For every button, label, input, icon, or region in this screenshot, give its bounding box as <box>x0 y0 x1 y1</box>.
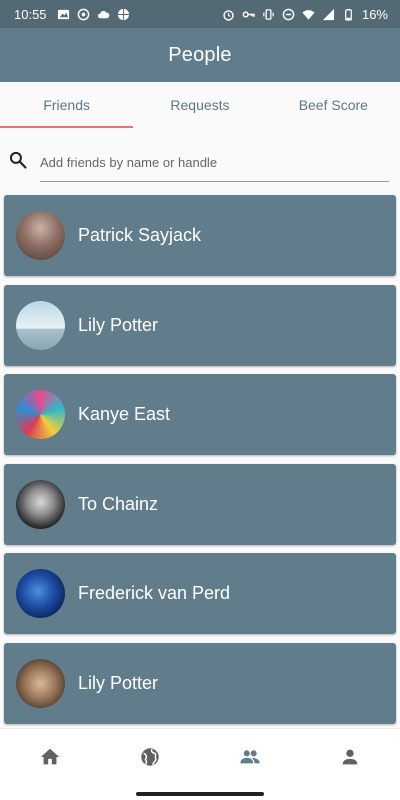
status-time: 10:55 <box>14 6 47 22</box>
friend-list: Patrick Sayjack Lily Potter Kanye East T… <box>4 195 396 732</box>
wifi-icon <box>302 9 315 20</box>
friend-name: Lily Potter <box>78 314 159 335</box>
avatar <box>16 390 65 439</box>
nav-profile[interactable] <box>300 729 400 784</box>
nav-people[interactable] <box>200 729 300 784</box>
avatar <box>16 658 65 708</box>
tab-requests[interactable]: Requests <box>133 82 266 128</box>
nav-home[interactable] <box>0 729 100 784</box>
friend-card[interactable]: Kanye East <box>4 374 396 455</box>
home-icon <box>40 748 60 764</box>
page-title: People <box>168 43 232 66</box>
avatar <box>16 479 65 529</box>
friend-card[interactable]: Lily Potter <box>4 284 396 366</box>
bottom-nav <box>0 728 400 784</box>
friend-card[interactable]: Lily Potter <box>4 642 396 724</box>
do-not-disturb-icon <box>282 8 295 20</box>
friend-card[interactable]: Frederick van Perd <box>4 553 396 634</box>
friend-card[interactable]: To Chainz <box>4 463 396 545</box>
person-icon <box>342 749 358 764</box>
at-sign-notification-icon <box>77 8 89 20</box>
search-input[interactable] <box>40 144 389 182</box>
friend-name: Patrick Sayjack <box>78 225 202 245</box>
globe-icon <box>141 747 159 766</box>
vpn-key-icon <box>242 10 255 18</box>
tab-friends[interactable]: Friends <box>0 82 134 128</box>
status-right: 16% <box>222 7 388 22</box>
app-bar: People <box>0 28 400 82</box>
people-icon <box>240 749 260 763</box>
search-icon <box>9 151 27 169</box>
battery-percent: 16% <box>361 6 388 22</box>
vibrate-icon <box>263 8 274 20</box>
gesture-handle[interactable] <box>136 792 264 796</box>
alarm-icon <box>223 9 234 21</box>
friend-name: To Chainz <box>78 493 159 514</box>
image-notification-icon <box>57 9 69 19</box>
avatar <box>16 569 65 618</box>
friend-card[interactable]: Patrick Sayjack <box>4 195 396 276</box>
signal-icon <box>322 8 335 20</box>
nav-explore[interactable] <box>100 729 200 784</box>
friend-name: Kanye East <box>78 404 171 424</box>
cloud-notification-icon <box>97 10 109 18</box>
tab-beef-score[interactable]: Beef Score <box>267 82 400 128</box>
tab-bar: Friends Requests Beef Score <box>0 82 400 128</box>
search-bar <box>0 140 400 186</box>
friend-name: Frederick van Perd <box>78 583 231 603</box>
avatar <box>16 211 65 260</box>
status-bar: 10:55 16% <box>0 0 400 28</box>
status-left: 10:55 <box>14 7 130 22</box>
basketball-notification-icon <box>117 8 129 20</box>
gesture-area <box>0 784 400 800</box>
battery-icon <box>345 8 352 21</box>
avatar <box>16 300 65 350</box>
friend-name: Lily Potter <box>78 672 159 693</box>
